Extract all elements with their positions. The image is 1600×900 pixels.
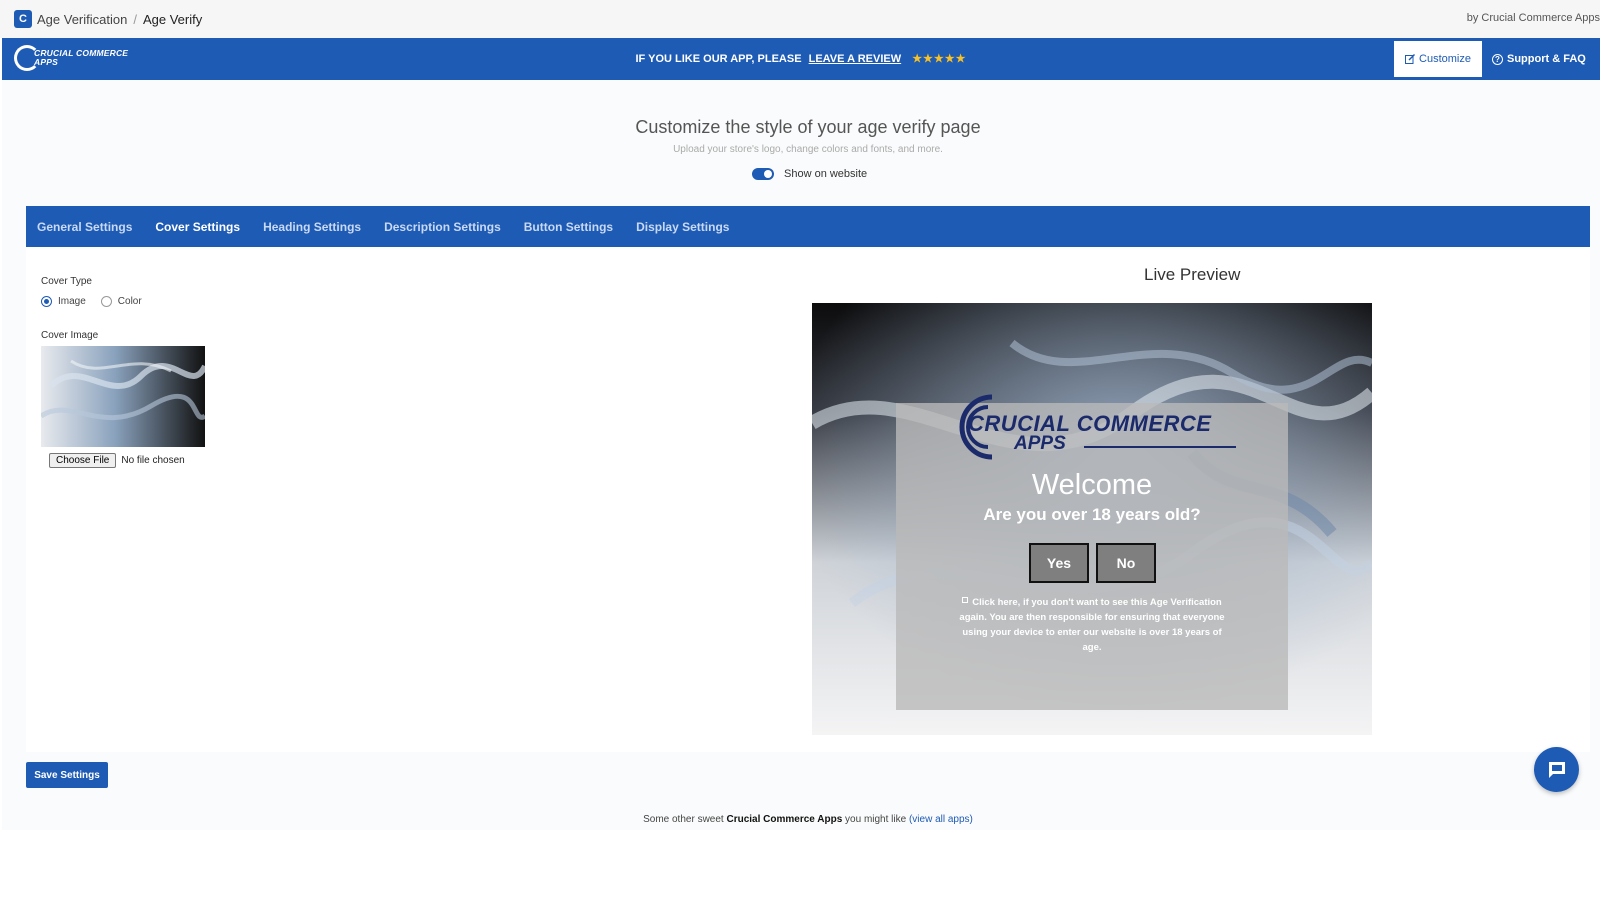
app-header: CRUCIAL COMMERCE APPS IF YOU LIKE OUR AP… — [2, 38, 1600, 80]
toggle-label: Show on website — [784, 168, 868, 180]
preview-no-button[interactable]: No — [1096, 543, 1156, 583]
chat-bubble-icon — [1548, 761, 1565, 778]
age-verify-modal: CRUCIAL COMMERCE APPS Welcome Are you ov… — [896, 394, 1288, 710]
remember-checkbox[interactable] — [962, 597, 969, 603]
file-upload-row: Choose File No file chosen — [49, 453, 185, 468]
preview-age-question: Are you over 18 years old? — [983, 505, 1201, 524]
rating-stars-icon: ★★★★★ — [912, 53, 967, 65]
settings-tabs: General Settings Cover Settings Heading … — [26, 206, 1590, 247]
radio-image[interactable] — [41, 296, 52, 307]
tab-button-settings[interactable]: Button Settings — [524, 220, 613, 234]
footer-brand: Crucial Commerce Apps — [726, 814, 843, 825]
customize-button[interactable]: Customize — [1394, 41, 1482, 77]
cover-type-options: Image Color — [41, 296, 142, 307]
app-page: C Age Verification / Age Verify by Cruci… — [0, 0, 1600, 900]
preview-yes-button[interactable]: Yes — [1029, 543, 1089, 583]
page-title: Customize the style of your age verify p… — [635, 117, 981, 137]
customize-label: Customize — [1419, 53, 1471, 65]
preview-disclaimer: Click here, if you don't want to see thi… — [954, 595, 1230, 655]
support-label: Support & FAQ — [1507, 53, 1586, 65]
edit-icon — [1405, 54, 1416, 64]
preview-logo-line-2: APPS — [1014, 433, 1066, 454]
tab-cover-settings[interactable]: Cover Settings — [155, 220, 240, 234]
tab-general-settings[interactable]: General Settings — [37, 220, 132, 234]
footer-middle: you might like — [845, 814, 907, 825]
tab-display-settings[interactable]: Display Settings — [636, 220, 729, 234]
preview-disclaimer-text: Click here, if you don't want to see thi… — [959, 597, 1225, 653]
live-preview-title: Live Preview — [1144, 265, 1241, 284]
app-icon: C — [14, 10, 32, 28]
support-faq-button[interactable]: ? Support & FAQ — [1492, 41, 1586, 77]
tab-description-settings[interactable]: Description Settings — [384, 220, 501, 234]
preview-welcome-heading: Welcome — [1031, 469, 1153, 501]
page-subtitle: Upload your store's logo, change colors … — [673, 144, 943, 155]
no-file-text: No file chosen — [121, 455, 185, 466]
by-developer-text: by Crucial Commerce Apps — [1466, 12, 1600, 24]
breadcrumb-current: Age Verify — [142, 11, 203, 27]
breadcrumb-separator: / — [133, 11, 137, 27]
leave-review-link[interactable]: LEAVE A REVIEW — [809, 53, 902, 65]
show-on-website-toggle[interactable] — [752, 168, 774, 180]
radio-color-label: Color — [117, 296, 142, 307]
breadcrumb-parent[interactable]: Age Verification — [37, 12, 127, 27]
radio-image-label: Image — [58, 296, 86, 307]
preview-answer-buttons: Yes No — [1029, 543, 1156, 583]
cover-image-label: Cover Image — [41, 330, 99, 341]
chat-button[interactable] — [1534, 747, 1579, 792]
save-settings-button[interactable]: Save Settings — [26, 762, 108, 788]
help-circle-icon: ? — [1492, 53, 1503, 65]
review-banner: IF YOU LIKE OUR APP, PLEASE LEAVE A REVI… — [2, 52, 1600, 65]
choose-file-button[interactable]: Choose File — [49, 453, 117, 468]
live-preview-frame: CRUCIAL COMMERCE APPS Welcome Are you ov… — [812, 303, 1372, 735]
cover-type-label: Cover Type — [41, 276, 92, 287]
footer-prefix: Some other sweet — [643, 814, 724, 825]
admin-top-bar: C Age Verification / Age Verify by Cruci… — [0, 0, 1600, 38]
smoke-image — [41, 346, 205, 447]
view-all-apps-link[interactable]: (view all apps) — [909, 814, 973, 825]
radio-color[interactable] — [100, 296, 112, 307]
cover-image-thumbnail — [41, 346, 205, 447]
footer-apps-text: Some other sweet Crucial Commerce Apps y… — [0, 814, 1600, 825]
show-on-website-row: Show on website — [752, 168, 867, 180]
tab-heading-settings[interactable]: Heading Settings — [263, 220, 361, 234]
review-prefix: IF YOU LIKE OUR APP, PLEASE — [635, 53, 802, 65]
